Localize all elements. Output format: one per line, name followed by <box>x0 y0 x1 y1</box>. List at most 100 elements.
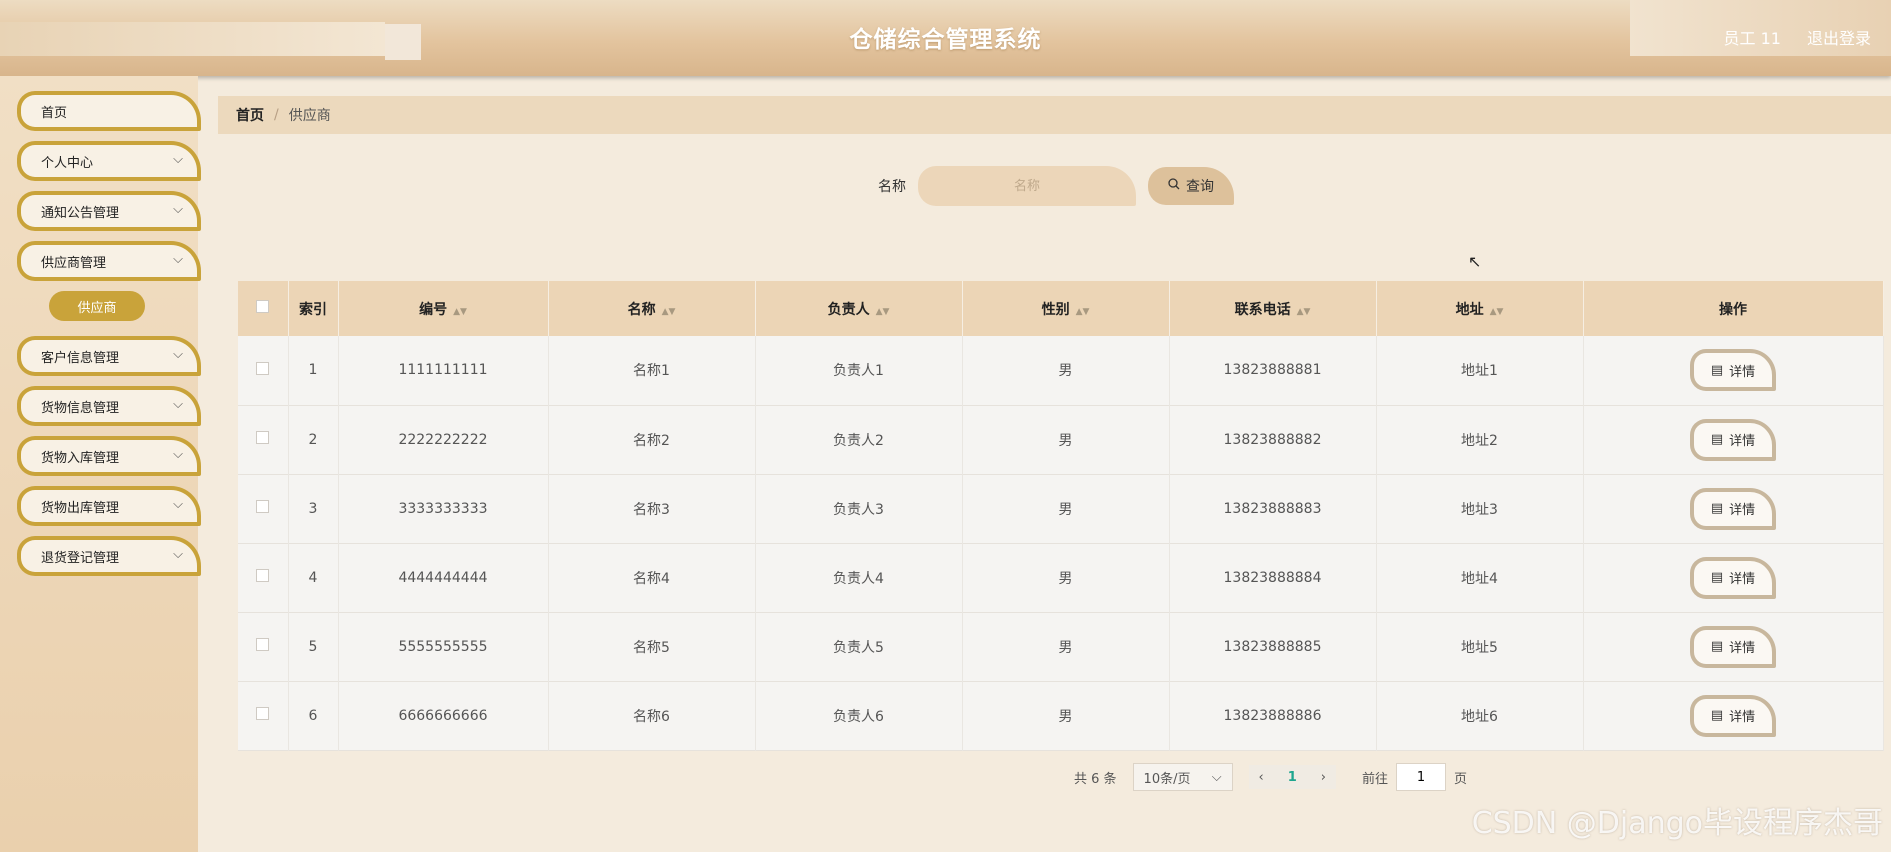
row-checkbox[interactable] <box>256 707 270 720</box>
column-header: 操作 <box>1583 281 1884 336</box>
cell-code: 3333333333 <box>338 474 549 543</box>
cell-address: 地址3 <box>1376 474 1584 543</box>
breadcrumb: 首页 / 供应商 <box>218 96 1891 134</box>
cell-code: 4444444444 <box>338 543 549 612</box>
sidebar-item-label: 通知公告管理 <box>41 205 120 221</box>
breadcrumb-current: 供应商 <box>288 108 331 124</box>
page-number-current[interactable]: 1 <box>1288 770 1297 785</box>
top-header: 仓储综合管理系统 员工 11 退出登录 <box>0 0 1891 76</box>
column-header-sortable[interactable]: 性别 ▲▼ <box>962 281 1170 336</box>
cell-manager: 负责人2 <box>755 405 963 474</box>
cell-phone: 13823888885 <box>1169 612 1377 681</box>
column-header-label: 联系电话 <box>1234 301 1291 318</box>
chevron-down-icon: ⌵ <box>173 347 183 362</box>
table-row: 1 1111111111 名称1 负责人1 男 13823888881 地址1 … <box>238 336 1884 405</box>
sidebar-item-inbound-management[interactable]: 货物入库管理 ⌵ <box>17 436 201 476</box>
sort-icon[interactable]: ▲▼ <box>876 307 890 317</box>
cell-manager: 负责人6 <box>755 681 963 750</box>
sort-icon[interactable]: ▲▼ <box>453 307 467 317</box>
cell-address: 地址2 <box>1376 405 1584 474</box>
cell-address: 地址4 <box>1376 543 1584 612</box>
goto-label: 前往 <box>1362 771 1389 787</box>
detail-button[interactable]: ▤ 详情 <box>1690 694 1776 737</box>
detail-button[interactable]: ▤ 详情 <box>1690 625 1776 668</box>
search-button[interactable]: 查询 <box>1148 167 1234 205</box>
column-header-sortable[interactable]: 地址 ▲▼ <box>1376 281 1584 336</box>
sort-icon[interactable]: ▲▼ <box>1297 307 1311 317</box>
sort-icon[interactable]: ▲▼ <box>1490 307 1504 317</box>
prev-page-icon[interactable]: ‹ <box>1259 770 1264 785</box>
total-count: 共 6 条 <box>1074 771 1117 787</box>
submenu-item-supplier[interactable]: 供应商 <box>49 291 145 321</box>
sidebar-item-supplier-management[interactable]: 供应商管理 ⌵ <box>17 241 201 281</box>
cell-gender: 男 <box>962 405 1170 474</box>
chevron-down-icon: ⌵ <box>1211 769 1222 785</box>
cell-gender: 男 <box>962 681 1170 750</box>
goto-page: 前往 页 <box>1362 763 1467 791</box>
row-checkbox[interactable] <box>256 500 270 513</box>
table-row: 5 5555555555 名称5 负责人5 男 13823888885 地址5 … <box>238 612 1884 681</box>
cell-address: 地址1 <box>1376 336 1584 405</box>
search-icon <box>1168 178 1180 194</box>
detail-button[interactable]: ▤ 详情 <box>1690 418 1776 461</box>
sidebar-item-customer-management[interactable]: 客户信息管理 ⌵ <box>17 336 201 376</box>
search-input[interactable] <box>918 166 1136 206</box>
app-title: 仓储综合管理系统 <box>849 27 1042 53</box>
select-all-checkbox-cell[interactable] <box>238 281 289 336</box>
cell-manager: 负责人5 <box>755 612 963 681</box>
cell-manager: 负责人1 <box>755 336 963 405</box>
select-all-checkbox[interactable] <box>256 300 270 313</box>
sort-icon[interactable]: ▲▼ <box>662 307 676 317</box>
current-user[interactable]: 员工 11 <box>1724 25 1781 49</box>
sidebar-item-outbound-management[interactable]: 货物出库管理 ⌵ <box>17 486 201 526</box>
chevron-down-icon: ⌵ <box>173 447 183 462</box>
breadcrumb-home[interactable]: 首页 <box>236 105 264 125</box>
row-checkbox[interactable] <box>256 569 270 582</box>
detail-button-label: 详情 <box>1729 364 1756 380</box>
next-page-icon[interactable]: › <box>1321 770 1326 785</box>
chevron-down-icon: ⌵ <box>173 547 183 562</box>
column-header-sortable[interactable]: 负责人 ▲▼ <box>755 281 963 336</box>
cell-index: 6 <box>288 681 339 750</box>
main-content: 首页 / 供应商 名称 查询 索引 编号 ▲▼ 名称 ▲▼ <box>198 76 1891 852</box>
detail-button-label: 详情 <box>1729 572 1756 587</box>
sidebar-item-goods-management[interactable]: 货物信息管理 ⌵ <box>17 386 201 426</box>
chevron-down-icon: ⌵ <box>173 202 183 217</box>
column-header-sortable[interactable]: 编号 ▲▼ <box>338 281 549 336</box>
column-header-label: 性别 <box>1041 301 1070 318</box>
sidebar-item-notice-management[interactable]: 通知公告管理 ⌵ <box>17 191 201 231</box>
cell-code: 5555555555 <box>338 612 549 681</box>
detail-button[interactable]: ▤ 详情 <box>1690 487 1776 530</box>
cell-index: 3 <box>288 474 339 543</box>
sidebar-item-home[interactable]: 首页 <box>17 91 201 131</box>
watermark: CSDN @Django毕设程序杰哥 <box>1471 806 1883 841</box>
chevron-down-icon: ⌵ <box>173 397 183 412</box>
row-checkbox[interactable] <box>256 361 270 375</box>
document-icon: ▤ <box>1710 432 1724 447</box>
sidebar-item-label: 退货登记管理 <box>41 550 120 566</box>
column-header-sortable[interactable]: 名称 ▲▼ <box>548 281 756 336</box>
logout-link[interactable]: 退出登录 <box>1807 25 1871 49</box>
sidebar-item-label: 首页 <box>41 105 68 121</box>
search-label: 名称 <box>878 179 906 195</box>
column-header-sortable[interactable]: 联系电话 ▲▼ <box>1169 281 1377 336</box>
row-checkbox[interactable] <box>256 638 270 651</box>
sort-icon[interactable]: ▲▼ <box>1076 307 1090 317</box>
cell-gender: 男 <box>962 474 1170 543</box>
cell-name: 名称5 <box>548 612 756 681</box>
page-size-select[interactable]: 10条/页 ⌵ <box>1132 763 1233 791</box>
table-header-row: 索引 编号 ▲▼ 名称 ▲▼ 负责人 ▲▼ 性别 ▲▼ 联系电话 ▲▼ 地址 ▲▼ 操作 <box>238 281 1884 336</box>
sidebar-item-personal-center[interactable]: 个人中心 ⌵ <box>17 141 201 181</box>
cell-code: 6666666666 <box>338 681 549 750</box>
row-checkbox[interactable] <box>256 431 270 444</box>
chevron-down-icon: ⌵ <box>173 497 183 512</box>
sidebar-item-return-management[interactable]: 退货登记管理 ⌵ <box>17 536 201 576</box>
detail-button[interactable]: ▤ 详情 <box>1690 556 1776 599</box>
detail-button[interactable]: ▤ 详情 <box>1690 349 1776 392</box>
sidebar-item-label: 个人中心 <box>41 155 94 171</box>
cell-manager: 负责人3 <box>755 474 963 543</box>
sidebar-item-label: 供应商管理 <box>41 255 107 271</box>
cell-name: 名称3 <box>548 474 756 543</box>
goto-page-input[interactable] <box>1396 763 1447 791</box>
cell-gender: 男 <box>962 612 1170 681</box>
